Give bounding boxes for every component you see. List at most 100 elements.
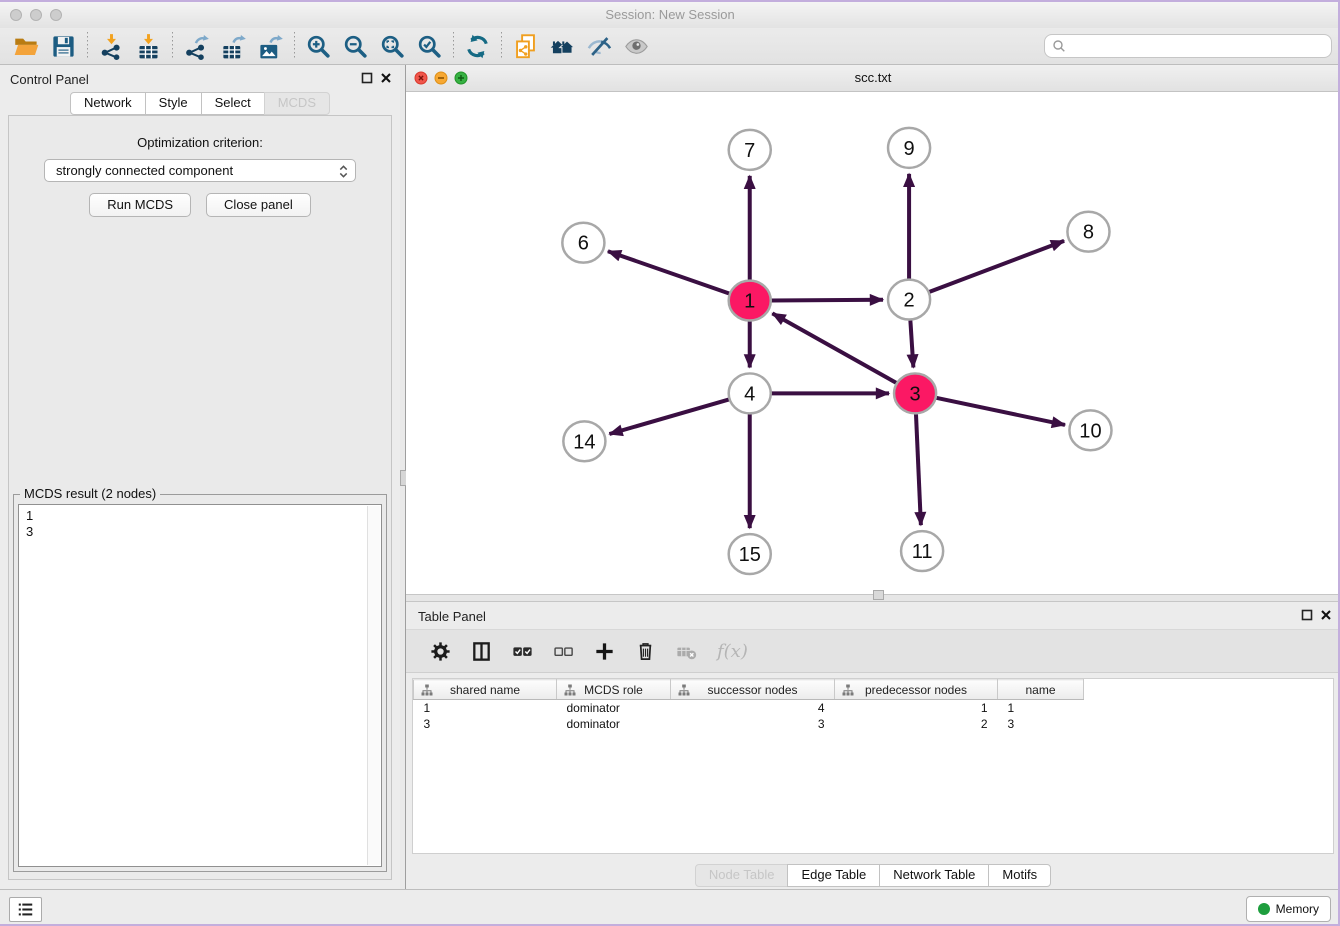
table-cell[interactable]: 1: [414, 700, 557, 717]
split-columns-button[interactable]: [467, 637, 495, 665]
horizontal-splitter[interactable]: [406, 594, 1340, 602]
toolbar-separator: [172, 32, 173, 60]
import-network-button[interactable]: [93, 31, 130, 61]
table-cell[interactable]: dominator: [557, 716, 671, 732]
column-header-name[interactable]: name: [998, 680, 1084, 700]
mcds-result-textarea[interactable]: 13: [18, 504, 382, 867]
tab-network-table[interactable]: Network Table: [879, 864, 989, 887]
toolbar-separator: [294, 32, 295, 60]
apply-layout-button[interactable]: [459, 31, 496, 61]
edge-1-6[interactable]: [608, 251, 730, 293]
home-button[interactable]: [544, 31, 581, 61]
criterion-select[interactable]: strongly connected component: [44, 159, 356, 182]
close-panel-icon[interactable]: [380, 72, 392, 84]
table-cell[interactable]: 3: [998, 716, 1084, 732]
column-header-successor-nodes[interactable]: successor nodes: [671, 680, 835, 700]
float-panel-icon[interactable]: [361, 72, 373, 84]
edge-4-14[interactable]: [609, 399, 729, 434]
node-label-10: 10: [1079, 420, 1101, 442]
node-table-grid: shared name MCDS rolesuccessor nodesprede…: [413, 679, 1084, 732]
edge-2-3[interactable]: [910, 321, 913, 368]
window-title: Session: New Session: [0, 7, 1340, 22]
plus-icon: [593, 640, 616, 663]
tab-motifs[interactable]: Motifs: [988, 864, 1051, 887]
show-graphics-details-button[interactable]: [618, 31, 655, 61]
node-label-6: 6: [578, 233, 589, 255]
right-column: scc.txt 7968124314101511: [406, 65, 1340, 890]
edge-3-1[interactable]: [772, 313, 896, 383]
memory-button[interactable]: Memory: [1246, 896, 1331, 922]
close-panel-icon[interactable]: [1320, 609, 1332, 621]
function-builder-button[interactable]: f(x): [713, 637, 748, 665]
clone-network-button[interactable]: [507, 31, 544, 61]
tab-mcds[interactable]: MCDS: [264, 92, 330, 115]
open-session-button[interactable]: [8, 31, 45, 61]
search-field[interactable]: [1044, 34, 1332, 58]
column-header-shared-name[interactable]: shared name: [414, 680, 557, 700]
export-table-button[interactable]: [215, 31, 252, 61]
node-label-11: 11: [912, 541, 933, 563]
tab-edge-table[interactable]: Edge Table: [787, 864, 880, 887]
horizontal-splitter-handle[interactable]: [873, 590, 884, 600]
save-session-button[interactable]: [45, 31, 82, 61]
edge-3-11[interactable]: [916, 414, 921, 525]
trash-icon: [634, 640, 657, 663]
zoom-out-button[interactable]: [337, 31, 374, 61]
add-column-button[interactable]: [590, 637, 618, 665]
control-panel-header: Control Panel: [0, 65, 400, 92]
import-table-button[interactable]: [130, 31, 167, 61]
column-header-label: shared name: [450, 683, 520, 697]
edge-3-10[interactable]: [936, 398, 1065, 425]
deselect-all-checkboxes-button[interactable]: [549, 637, 577, 665]
zoom-fit-button[interactable]: [374, 31, 411, 61]
tab-node-table[interactable]: Node Table: [695, 864, 789, 887]
edge-2-8[interactable]: [929, 241, 1064, 292]
network-canvas[interactable]: 7968124314101511: [406, 92, 1340, 594]
run-mcds-button[interactable]: Run MCDS: [89, 193, 191, 217]
search-input[interactable]: [1066, 38, 1324, 54]
mcds-panel: Optimization criterion: strongly connect…: [8, 115, 392, 880]
table-cell[interactable]: 4: [671, 700, 835, 717]
delete-table-button[interactable]: [672, 637, 700, 665]
split-columns-icon: [470, 640, 493, 663]
result-line: 3: [26, 524, 374, 540]
close-panel-button[interactable]: Close panel: [206, 193, 311, 217]
table-row[interactable]: 3dominator323: [414, 716, 1084, 732]
tab-select[interactable]: Select: [201, 92, 265, 115]
checked-boxes-icon: [511, 640, 534, 663]
export-image-icon: [257, 33, 284, 60]
edge-1-2[interactable]: [771, 300, 883, 301]
zoom-out-icon: [342, 33, 369, 60]
optimization-criterion-label: Optimization criterion:: [9, 135, 391, 150]
export-image-button[interactable]: [252, 31, 289, 61]
function-builder-icon: f(x): [713, 641, 748, 662]
table-cell[interactable]: 3: [671, 716, 835, 732]
column-header-predecessor-nodes[interactable]: predecessor nodes: [835, 680, 998, 700]
tab-style[interactable]: Style: [145, 92, 202, 115]
result-scrollbar[interactable]: [367, 506, 380, 865]
table-cell[interactable]: 2: [835, 716, 998, 732]
delete-column-button[interactable]: [631, 637, 659, 665]
table-cell[interactable]: 1: [998, 700, 1084, 717]
zoom-selected-button[interactable]: [411, 31, 448, 61]
select-all-checkboxes-button[interactable]: [508, 637, 536, 665]
gear-icon: [429, 640, 452, 663]
table-cell[interactable]: 1: [835, 700, 998, 717]
table-row[interactable]: 1dominator411: [414, 700, 1084, 717]
table-settings-button[interactable]: [426, 637, 454, 665]
table-cell[interactable]: dominator: [557, 700, 671, 717]
node-table: shared name MCDS rolesuccessor nodesprede…: [412, 678, 1334, 854]
table-toolbar: f(x): [406, 629, 1340, 673]
delete-table-icon: [675, 640, 698, 663]
export-network-button[interactable]: [178, 31, 215, 61]
float-panel-icon[interactable]: [1301, 609, 1313, 621]
column-type-icon: [842, 684, 854, 696]
main-area: Control Panel NetworkStyleSelectMCDS Opt…: [0, 65, 1340, 890]
tab-network[interactable]: Network: [70, 92, 146, 115]
column-header-mcds-role[interactable]: MCDS role: [557, 680, 671, 700]
table-cell[interactable]: 3: [414, 716, 557, 732]
status-bar: Memory: [0, 889, 1340, 926]
zoom-in-button[interactable]: [300, 31, 337, 61]
hide-graphics-details-button[interactable]: [581, 31, 618, 61]
task-history-button[interactable]: [9, 897, 42, 922]
